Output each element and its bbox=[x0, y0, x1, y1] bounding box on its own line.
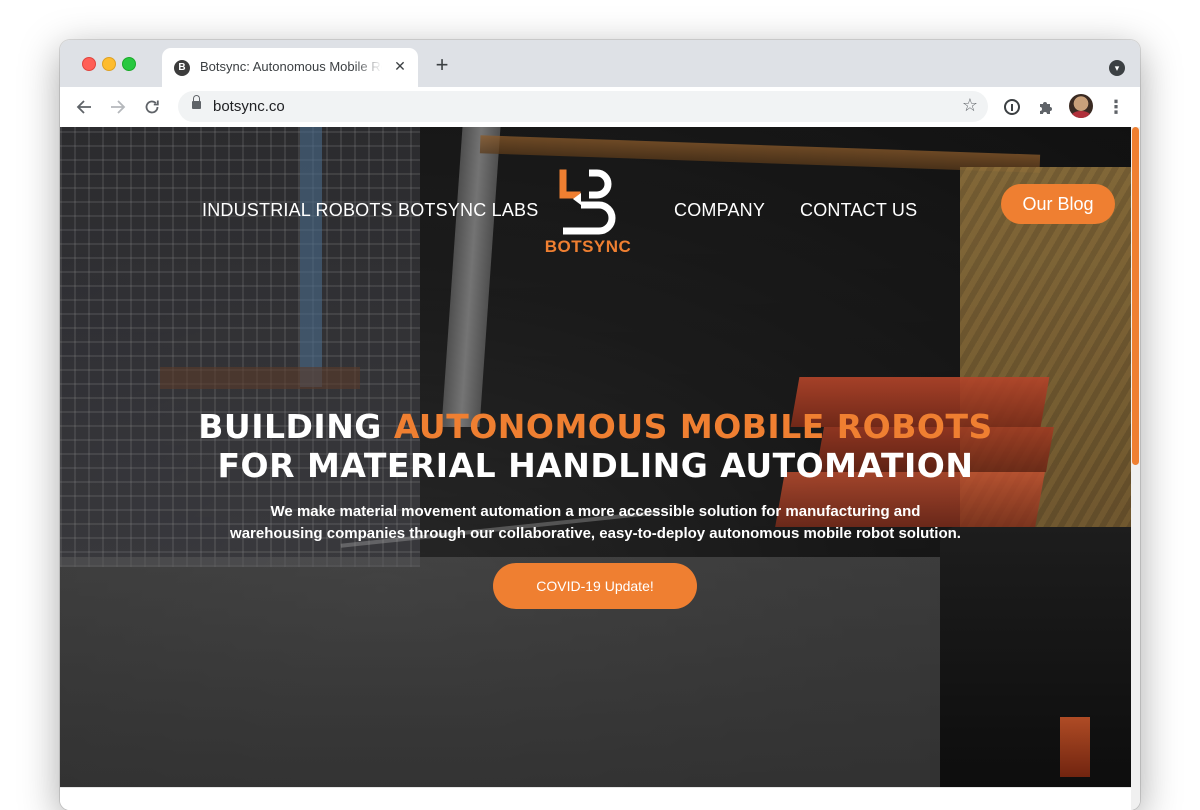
nav-industrial-robots[interactable]: INDUSTRIAL ROBOTS bbox=[202, 200, 393, 221]
close-window-button[interactable] bbox=[82, 57, 96, 71]
puzzle-extensions-icon[interactable] bbox=[1034, 95, 1058, 119]
headline-accent: AUTONOMOUS MOBILE ROBOTS bbox=[393, 407, 993, 446]
nav-botsync-labs[interactable]: BOTSYNC LABS bbox=[398, 200, 538, 221]
profile-avatar[interactable] bbox=[1069, 94, 1093, 118]
hero-subtext-line2: warehousing companies through our collab… bbox=[230, 525, 961, 542]
reload-icon[interactable] bbox=[140, 95, 164, 119]
lock-icon bbox=[192, 95, 201, 109]
tab-strip: B Botsync: Autonomous Mobile Robots ✕ + … bbox=[60, 40, 1140, 87]
bookmark-star-icon[interactable]: ☆ bbox=[962, 95, 978, 116]
nav-company[interactable]: COMPANY bbox=[674, 200, 765, 221]
below-fold-section bbox=[60, 787, 1131, 810]
back-arrow-icon[interactable] bbox=[72, 95, 96, 119]
scrollbar-thumb[interactable] bbox=[1132, 127, 1139, 465]
botsync-b-logo-icon bbox=[559, 169, 616, 235]
url-text: botsync.co bbox=[213, 98, 285, 115]
headline-part1: BUILDING bbox=[198, 407, 394, 446]
password-extension-icon[interactable] bbox=[1000, 95, 1024, 119]
forward-arrow-icon[interactable] bbox=[106, 95, 130, 119]
zoom-window-button[interactable] bbox=[122, 57, 136, 71]
browser-tab-active[interactable]: B Botsync: Autonomous Mobile Robots ✕ bbox=[162, 48, 418, 87]
covid-update-button[interactable]: COVID-19 Update! bbox=[493, 563, 697, 609]
logo-wordmark: BOTSYNC bbox=[544, 237, 632, 256]
browser-toolbar: botsync.co ☆ ⋮ bbox=[60, 87, 1140, 128]
tab-title: Botsync: Autonomous Mobile Robots bbox=[200, 59, 382, 74]
browser-window: B Botsync: Autonomous Mobile Robots ✕ + … bbox=[60, 40, 1140, 810]
page-viewport: INDUSTRIAL ROBOTS BOTSYNC LABS BOTSYNC C… bbox=[60, 127, 1140, 810]
minimize-window-button[interactable] bbox=[102, 57, 116, 71]
our-blog-button[interactable]: Our Blog bbox=[1001, 184, 1115, 224]
hero-subtext: We make material movement automation a m… bbox=[200, 501, 991, 545]
menu-dots-icon[interactable]: ⋮ bbox=[1104, 95, 1128, 119]
hero-subtext-line1: We make material movement automation a m… bbox=[270, 503, 921, 520]
tab-close-icon[interactable]: ✕ bbox=[390, 56, 410, 76]
botsync-favicon-icon: B bbox=[174, 60, 190, 76]
hero-headline: BUILDING AUTONOMOUS MOBILE ROBOTS FOR MA… bbox=[60, 407, 1131, 485]
nav-contact-us[interactable]: CONTACT US bbox=[800, 200, 917, 221]
hero-section: INDUSTRIAL ROBOTS BOTSYNC LABS BOTSYNC C… bbox=[60, 127, 1131, 787]
botsync-logo[interactable]: BOTSYNC bbox=[542, 169, 634, 257]
headline-line2: FOR MATERIAL HANDLING AUTOMATION bbox=[217, 446, 974, 485]
tab-search-icon[interactable]: ▾ bbox=[1109, 60, 1125, 76]
address-bar[interactable]: botsync.co ☆ bbox=[178, 91, 988, 122]
new-tab-button[interactable]: + bbox=[432, 54, 452, 76]
